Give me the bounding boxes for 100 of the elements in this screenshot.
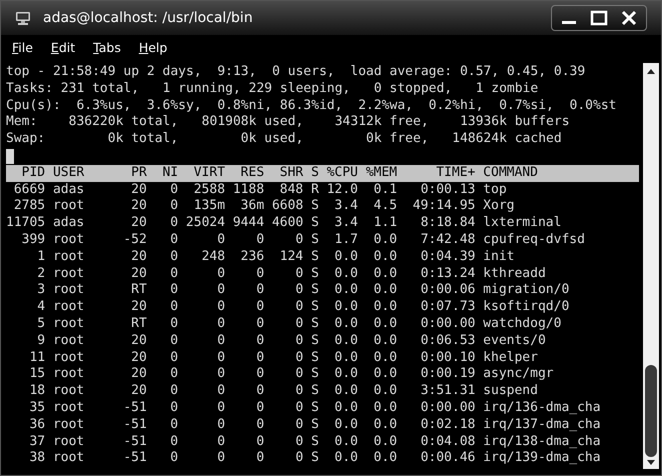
scrollbar-thumb[interactable] xyxy=(645,365,657,457)
table-cell-text: 0:06.53 xyxy=(420,332,476,350)
table-cell-text: 0:00.46 xyxy=(420,450,476,468)
table-cell-text: adas xyxy=(52,182,86,198)
table-cell-text: 20 xyxy=(130,299,147,316)
table-cell: S xyxy=(311,450,319,468)
table-cell-text: 3:51.31 xyxy=(420,383,476,400)
table-cell-text: 0 xyxy=(169,232,178,249)
table-cell-text: RT xyxy=(130,316,147,333)
scroll-up-icon[interactable] xyxy=(646,67,656,75)
window-title: adas@localhost: /usr/local/bin xyxy=(43,8,253,28)
table-cell-text: 4.5 xyxy=(372,198,398,216)
table-cell-text: 0.0 xyxy=(372,332,398,350)
table-cell-text: 0.0 xyxy=(372,434,398,450)
table-cell: S xyxy=(311,282,319,300)
table-cell-text: 0 xyxy=(169,266,178,282)
table-cell-text: adas xyxy=(52,215,86,232)
table-cell: 6608 xyxy=(272,198,304,216)
table-cell-text: 49:14.95 xyxy=(412,198,476,216)
table-cell-text: 0 xyxy=(255,366,264,384)
table-cell-text: 0:07.73 xyxy=(420,299,476,316)
table-cell: S xyxy=(311,248,319,266)
menu-item[interactable]: Help xyxy=(138,38,168,58)
table-cell-text: kthreadd xyxy=(483,266,547,282)
table-cell-text: 0 xyxy=(294,400,304,417)
table-cell-text: 0 xyxy=(169,198,178,216)
table-cell-text: root xyxy=(52,266,86,282)
table-cell-text: 0 xyxy=(294,332,304,350)
column-header: NI xyxy=(161,164,178,182)
table-cell-text: 0 xyxy=(169,416,178,434)
table-cell-text: 0.0 xyxy=(372,400,398,417)
table-cell-text: ksoftirqd/0 xyxy=(483,299,570,316)
summary-line: Mem: 836220k total, 801908k used, 34312k free, 13936k buffers xyxy=(6,114,570,132)
table-cell-text: 1 xyxy=(36,248,46,266)
table-cell: 25024 xyxy=(186,215,226,232)
table-cell-text: 0 xyxy=(216,282,226,300)
table-cell-text: 0:00.00 xyxy=(420,400,476,417)
table-cell-text: root xyxy=(52,299,86,316)
table-cell-text: 135m xyxy=(192,198,226,216)
table-cell: S xyxy=(311,434,319,450)
table-cell-text: 0.0 xyxy=(334,266,358,282)
scroll-down-icon[interactable] xyxy=(646,459,656,467)
table-cell-text: irq/137-dma_cha xyxy=(483,416,602,434)
table-cell-text: 0.0 xyxy=(334,316,358,333)
table-cell-text: 0 xyxy=(255,282,264,300)
table-cell-text: suspend xyxy=(483,383,539,400)
table-cell-text: 0:13.24 xyxy=(420,266,476,282)
table-cell-text: 20 xyxy=(130,350,147,366)
table-cell-text: 0 xyxy=(216,316,226,333)
menu-item[interactable]: File xyxy=(12,38,33,58)
table-cell: 4600 xyxy=(272,215,304,232)
table-cell-text: 0 xyxy=(255,266,264,282)
table-cell-text: migration/0 xyxy=(483,282,570,300)
menu-item[interactable]: Edit xyxy=(50,38,76,58)
table-cell: S xyxy=(311,366,319,384)
table-cell-text: 5 xyxy=(36,316,46,333)
scrollbar[interactable] xyxy=(643,63,659,469)
table-cell-text: 0:00.06 xyxy=(420,282,476,300)
table-cell-text: 36 xyxy=(28,416,46,434)
summary-line: Swap: 0k total, 0k used, 0k free, 148624k cached xyxy=(6,131,562,148)
table-cell-text: 0.0 xyxy=(372,366,398,384)
table-cell-text: 0 xyxy=(169,299,178,316)
table-cell-text: 0 xyxy=(255,316,264,333)
table-cell-text: 0 xyxy=(216,383,226,400)
table-cell: -51 xyxy=(123,416,147,434)
table-cell-text: init xyxy=(483,248,516,266)
table-cell-text: root xyxy=(52,434,86,450)
table-cell-text: 11 xyxy=(28,350,46,366)
table-cell-text: 0 xyxy=(169,182,178,198)
maximize-icon[interactable] xyxy=(588,9,610,27)
table-cell-text: 0:00.00 xyxy=(420,316,476,333)
menu-item[interactable]: Tabs xyxy=(93,38,121,58)
table-cell-text: lxterminal xyxy=(483,215,562,232)
table-cell-text: 0 xyxy=(216,366,226,384)
table-cell-text: 3.4 xyxy=(334,215,358,232)
table-cell-text: 2785 xyxy=(12,198,46,216)
table-cell-text: 0 xyxy=(169,215,178,232)
table-cell-text: irq/136-dma_cha xyxy=(483,400,602,417)
column-header: COMMAND xyxy=(483,164,539,182)
table-cell-text: 0 xyxy=(216,434,226,450)
table-cell-text: 0 xyxy=(294,232,304,249)
table-cell: -51 xyxy=(123,450,147,468)
table-cell-text: 0 xyxy=(216,416,226,434)
table-cell-text: 0.1 xyxy=(372,182,398,198)
table-cell-text: irq/138-dma_cha xyxy=(483,434,602,450)
table-cell: S xyxy=(311,316,319,333)
table-cell: S xyxy=(311,400,319,417)
column-header: %MEM xyxy=(366,164,398,182)
table-cell-text: 0 xyxy=(169,332,178,350)
table-cell-text: 20 xyxy=(130,198,147,216)
table-cell-text: 0 xyxy=(294,350,304,366)
table-cell-text: 0 xyxy=(255,416,264,434)
table-cell-text: 0 xyxy=(216,299,226,316)
table-cell-text: 0 xyxy=(169,366,178,384)
table-cell-text: 0 xyxy=(255,299,264,316)
table-cell-text: 0:00.19 xyxy=(420,366,476,384)
column-header: TIME+ xyxy=(435,164,476,182)
column-header: S xyxy=(311,164,319,182)
table-cell-text: 0 xyxy=(255,450,264,468)
table-cell-text: 0 xyxy=(216,400,226,417)
